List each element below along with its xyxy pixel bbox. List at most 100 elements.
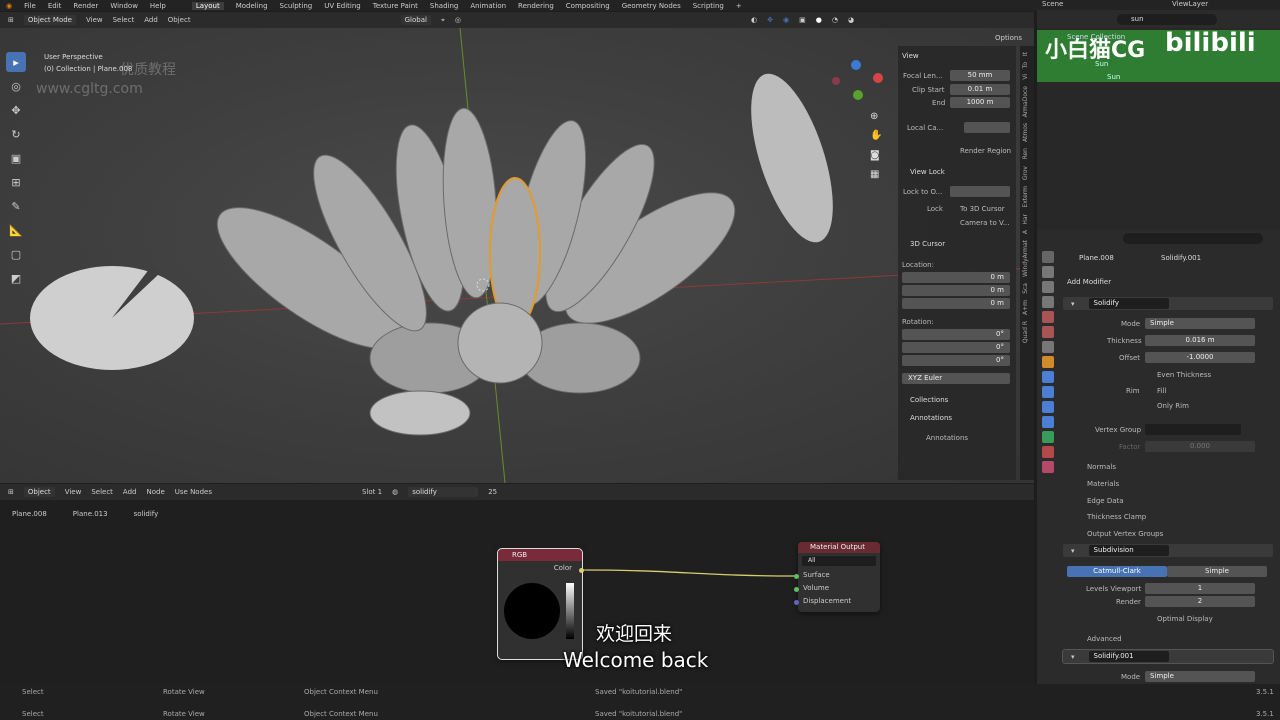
- transform-icon[interactable]: ⊞: [6, 172, 26, 192]
- menu-select[interactable]: Select: [113, 16, 135, 24]
- menu-add[interactable]: Add: [123, 488, 137, 496]
- optimal-display-checkbox[interactable]: Optimal Display: [1157, 615, 1213, 623]
- tab-animation[interactable]: Animation: [470, 2, 506, 10]
- proportional-icon[interactable]: ◎: [455, 16, 461, 24]
- modifier-solidify-header[interactable]: ▾ Solidify: [1063, 297, 1273, 310]
- sidebar-tab[interactable]: Har: [1022, 214, 1029, 225]
- tab-rendering[interactable]: Rendering: [518, 2, 554, 10]
- solidify-mode-dropdown[interactable]: Simple: [1145, 318, 1255, 329]
- sidebar-tab[interactable]: Grov: [1022, 166, 1029, 180]
- modifier-name-field[interactable]: Subdivision: [1088, 545, 1169, 556]
- render-tab-icon[interactable]: [1042, 266, 1054, 278]
- shading-solid-icon[interactable]: ●: [816, 16, 822, 24]
- scene-name[interactable]: Scene: [1042, 0, 1063, 8]
- displacement-socket[interactable]: [794, 600, 799, 605]
- render-region-checkbox[interactable]: Render Region: [960, 147, 1011, 155]
- scale-icon[interactable]: ▣: [6, 148, 26, 168]
- blender-logo-icon[interactable]: ◉: [6, 2, 12, 10]
- tab-uv-editing[interactable]: UV Editing: [324, 2, 361, 10]
- tool-tab-icon[interactable]: [1042, 251, 1054, 263]
- add-modifier-button[interactable]: Add Modifier: [1067, 278, 1111, 286]
- even-thickness-checkbox[interactable]: Even Thickness: [1157, 371, 1211, 379]
- sidebar-tab[interactable]: A+m: [1022, 300, 1029, 315]
- output-tab-icon[interactable]: [1042, 281, 1054, 293]
- fill-checkbox[interactable]: Fill: [1157, 387, 1166, 395]
- modifier-name-field[interactable]: Solidify: [1088, 298, 1169, 309]
- thickness-field[interactable]: 0.016 m: [1145, 335, 1255, 346]
- cursor-location-y[interactable]: 0 m: [902, 285, 1010, 296]
- annotations-header[interactable]: Annotations: [910, 414, 952, 422]
- constraints-tab-icon[interactable]: [1042, 416, 1054, 428]
- cursor-rotation-y[interactable]: 0°: [902, 342, 1010, 353]
- sidebar-tab[interactable]: Vi: [1022, 74, 1029, 80]
- sidebar-tab[interactable]: A: [1022, 230, 1029, 234]
- cursor-rotation-z[interactable]: 0°: [902, 355, 1010, 366]
- menu-file[interactable]: File: [24, 2, 36, 10]
- menu-select[interactable]: Select: [91, 488, 113, 496]
- editor-type-icon[interactable]: ⊞: [8, 488, 14, 496]
- clip-end-field[interactable]: 1000 m: [950, 97, 1010, 108]
- view-section-header[interactable]: View: [902, 52, 919, 60]
- section-normals[interactable]: Normals: [1087, 463, 1116, 471]
- section-advanced[interactable]: Advanced: [1087, 635, 1122, 643]
- render-levels-field[interactable]: 2: [1145, 596, 1255, 607]
- tab-sculpting[interactable]: Sculpting: [280, 2, 313, 10]
- data-tab-icon[interactable]: [1042, 431, 1054, 443]
- move-icon[interactable]: ✥: [6, 100, 26, 120]
- sidebar-tab[interactable]: It: [1022, 52, 1029, 56]
- nav-pan-icon[interactable]: ✋: [870, 130, 882, 141]
- collection-tab-icon[interactable]: [1042, 341, 1054, 353]
- view-lock-header[interactable]: View Lock: [910, 168, 945, 176]
- menu-view[interactable]: View: [86, 16, 103, 24]
- visibility-icon[interactable]: ◐: [751, 16, 757, 24]
- annotate-icon[interactable]: ✎: [6, 196, 26, 216]
- cursor-location-x[interactable]: 0 m: [902, 272, 1010, 283]
- clip-start-field[interactable]: 0.01 m: [950, 84, 1010, 95]
- material-tab-icon[interactable]: [1042, 446, 1054, 458]
- section-output-vertex-groups[interactable]: Output Vertex Groups: [1087, 530, 1163, 538]
- factor-field[interactable]: 0.000: [1145, 441, 1255, 452]
- texture-tab-icon[interactable]: [1042, 461, 1054, 473]
- slot-dropdown[interactable]: Slot 1: [362, 488, 382, 496]
- nav-camera-icon[interactable]: ◙: [870, 150, 880, 161]
- material-icon[interactable]: ◍: [392, 488, 398, 496]
- modifier-solidify001-header[interactable]: ▾ Solidify.001: [1062, 649, 1274, 664]
- orientation-dropdown[interactable]: Global: [400, 15, 431, 25]
- menu-render[interactable]: Render: [73, 2, 98, 10]
- extra-tool-icon[interactable]: ◩: [6, 268, 26, 288]
- menu-edit[interactable]: Edit: [48, 2, 62, 10]
- nav-zoom-icon[interactable]: ⊕: [870, 111, 878, 122]
- xray-icon[interactable]: ▣: [799, 16, 806, 24]
- focal-length-field[interactable]: 50 mm: [950, 70, 1010, 81]
- object-tab-icon[interactable]: [1042, 356, 1054, 368]
- surface-socket[interactable]: [794, 574, 799, 579]
- use-nodes-checkbox[interactable]: Use Nodes: [175, 488, 212, 496]
- gizmo-icon[interactable]: ✥: [767, 16, 773, 24]
- cursor-location-z[interactable]: 0 m: [902, 298, 1010, 309]
- sidebar-tab[interactable]: Exterm: [1022, 186, 1029, 208]
- rgb-node[interactable]: RGB Color: [497, 548, 583, 660]
- sidebar-tab[interactable]: Quad R: [1022, 321, 1029, 343]
- nav-grid-icon[interactable]: ▦: [870, 169, 879, 180]
- view-layer-name[interactable]: ViewLayer: [1172, 0, 1208, 8]
- view-layer-tab-icon[interactable]: [1042, 296, 1054, 308]
- shading-material-icon[interactable]: ◔: [832, 16, 838, 24]
- volume-socket[interactable]: [794, 587, 799, 592]
- material-name-field[interactable]: solidify: [408, 487, 479, 497]
- snap-icon[interactable]: ⌖: [441, 16, 445, 25]
- mode-dropdown[interactable]: Object Mode: [23, 15, 76, 25]
- editor-type-icon[interactable]: ⊞: [8, 16, 14, 24]
- tab-layout[interactable]: Layout: [191, 1, 224, 10]
- sidebar-tab[interactable]: Ren: [1022, 148, 1029, 159]
- rotation-mode-dropdown[interactable]: XYZ Euler: [902, 373, 1010, 384]
- add-cube-icon[interactable]: ▢: [6, 244, 26, 264]
- tab-modeling[interactable]: Modeling: [236, 2, 268, 10]
- tab-geometry-nodes[interactable]: Geometry Nodes: [622, 2, 681, 10]
- modifier-name-field[interactable]: Solidify.001: [1088, 651, 1169, 662]
- sidebar-tab[interactable]: WindyArmat: [1022, 240, 1029, 277]
- tab-compositing[interactable]: Compositing: [566, 2, 610, 10]
- outliner-search-input[interactable]: sun: [1117, 14, 1217, 25]
- sidebar-tab[interactable]: Sca: [1022, 283, 1029, 294]
- tab-scripting[interactable]: Scripting: [693, 2, 724, 10]
- section-materials[interactable]: Materials: [1087, 480, 1119, 488]
